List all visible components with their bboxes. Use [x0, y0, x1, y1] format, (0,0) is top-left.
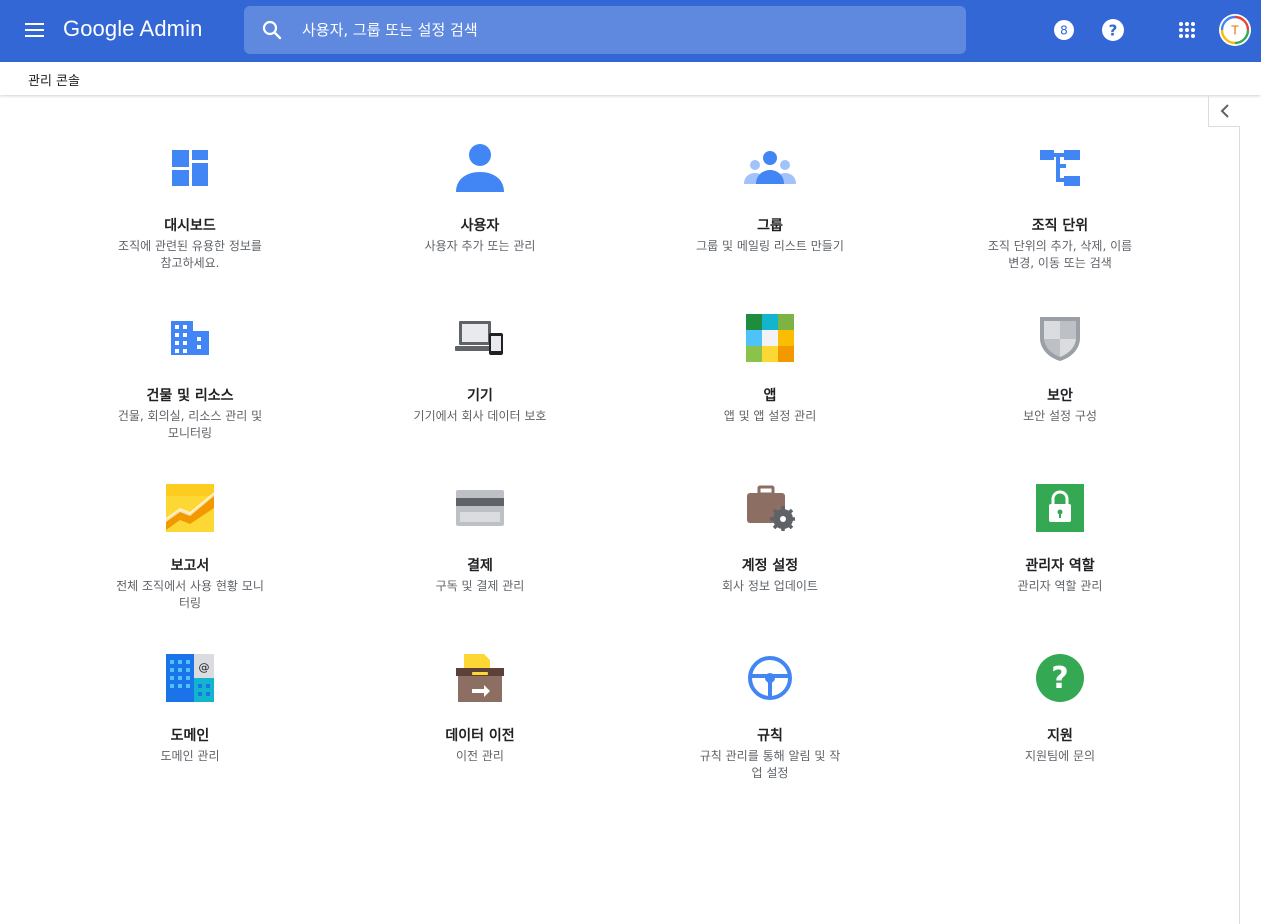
card-description: 지원팀에 문의 [1024, 749, 1096, 763]
apps-icon [740, 312, 800, 364]
reports-chart-icon [160, 482, 220, 534]
card-title: 보안 [1047, 388, 1073, 404]
card-title: 보고서 [170, 558, 210, 574]
card-dashboard[interactable]: 대시보드 조직에 관련된 유용한 정보를 참고하세요. [45, 120, 335, 290]
chevron-left-icon [1220, 104, 1229, 118]
collapse-panel-button[interactable] [1208, 95, 1240, 127]
card-title: 계정 설정 [741, 558, 799, 574]
apps-grid-icon[interactable] [1174, 17, 1200, 43]
user-icon [450, 142, 510, 194]
card-title: 지원 [1047, 728, 1073, 744]
card-title: 조직 단위 [1031, 218, 1089, 234]
card-org-units[interactable]: 조직 단위 조직 단위의 추가, 삭제, 이름 변경, 이동 또는 검색 [915, 120, 1205, 290]
search-icon [262, 20, 282, 40]
card-title: 사용자 [460, 218, 500, 234]
card-rules[interactable]: 규칙 규칙 관리를 통해 알림 및 작업 설정 [625, 630, 915, 800]
domain-icon: @ [160, 652, 220, 704]
card-reports[interactable]: 보고서 전체 조직에서 사용 현황 모니터링 [45, 460, 335, 630]
card-title: 건물 및 리소스 [146, 388, 234, 404]
card-support[interactable]: ? 지원 지원팀에 문의 [915, 630, 1205, 800]
main-menu-button[interactable] [22, 18, 48, 44]
devices-icon [450, 312, 510, 364]
card-buildings-resources[interactable]: 건물 및 리소스 건물, 회의실, 리소스 관리 및 모니터링 [45, 290, 335, 460]
card-title: 데이터 이전 [445, 728, 515, 744]
countdown-badge-icon[interactable]: 8 [1051, 17, 1077, 43]
svg-text:8: 8 [1060, 24, 1068, 38]
card-description: 전체 조직에서 사용 현황 모니터링 [116, 579, 264, 610]
card-account-settings[interactable]: 계정 설정 회사 정보 업데이트 [625, 460, 915, 630]
lock-icon [1030, 482, 1090, 534]
credit-card-icon [450, 482, 510, 534]
card-description: 규칙 관리를 통해 알림 및 작업 설정 [699, 749, 841, 780]
card-description: 관리자 역할 관리 [1017, 579, 1103, 593]
search-input[interactable] [302, 14, 942, 46]
shield-icon [1030, 312, 1090, 364]
building-icon [160, 312, 220, 364]
card-description: 조직에 관련된 유용한 정보를 참고하세요. [118, 239, 262, 270]
breadcrumb-bar: 관리 콘솔 [0, 62, 1261, 95]
account-avatar[interactable]: T [1218, 13, 1252, 47]
card-security[interactable]: 보안 보안 설정 구성 [915, 290, 1205, 460]
card-billing[interactable]: 결제 구독 및 결제 관리 [335, 460, 625, 630]
briefcase-gear-icon [740, 482, 800, 534]
help-icon: ? [1030, 652, 1090, 704]
svg-text:?: ? [1051, 661, 1068, 696]
card-description: 기기에서 회사 데이터 보호 [413, 409, 547, 423]
search-box[interactable] [244, 6, 966, 54]
card-description: 조직 단위의 추가, 삭제, 이름 변경, 이동 또는 검색 [987, 239, 1133, 270]
card-domains[interactable]: @ 도메인 도메인 관리 [45, 630, 335, 800]
card-description: 구독 및 결제 관리 [435, 579, 525, 593]
card-description: 이전 관리 [456, 749, 504, 763]
data-migration-icon [450, 652, 510, 704]
svg-text:@: @ [199, 661, 210, 674]
card-title: 결제 [467, 558, 493, 574]
card-users[interactable]: 사용자 사용자 추가 또는 관리 [335, 120, 625, 290]
admin-cards-grid: 대시보드 조직에 관련된 유용한 정보를 참고하세요. 사용자 사용자 추가 또… [45, 120, 1205, 800]
side-panel-divider [1239, 127, 1240, 924]
card-data-migration[interactable]: 데이터 이전 이전 관리 [335, 630, 625, 800]
card-devices[interactable]: 기기 기기에서 회사 데이터 보호 [335, 290, 625, 460]
page-title: 관리 콘솔 [28, 74, 80, 89]
card-admin-roles[interactable]: 관리자 역할 관리자 역할 관리 [915, 460, 1205, 630]
card-title: 앱 [763, 388, 777, 404]
card-apps[interactable]: 앱 앱 및 앱 설정 관리 [625, 290, 915, 460]
card-title: 규칙 [757, 728, 783, 744]
google-admin-logo[interactable]: Google Admin [63, 16, 202, 42]
card-description: 사용자 추가 또는 관리 [424, 239, 536, 253]
card-title: 도메인 [170, 728, 210, 744]
help-icon[interactable]: ? [1100, 17, 1126, 43]
card-title: 기기 [467, 388, 493, 404]
svg-text:?: ? [1109, 22, 1118, 40]
card-description: 보안 설정 구성 [1023, 409, 1097, 423]
card-groups[interactable]: 그룹 그룹 및 메일링 리스트 만들기 [625, 120, 915, 290]
svg-text:T: T [1230, 24, 1239, 38]
card-description: 앱 및 앱 설정 관리 [723, 409, 817, 423]
dashboard-icon [160, 142, 220, 194]
groups-icon [740, 142, 800, 194]
card-description: 회사 정보 업데이트 [722, 579, 818, 593]
card-title: 그룹 [757, 218, 783, 234]
card-description: 건물, 회의실, 리소스 관리 및 모니터링 [117, 409, 263, 440]
steering-wheel-icon [740, 652, 800, 704]
top-app-bar: Google Admin 8 ? [0, 0, 1261, 62]
card-description: 도메인 관리 [160, 749, 220, 763]
org-unit-icon [1030, 142, 1090, 194]
card-description: 그룹 및 메일링 리스트 만들기 [696, 239, 844, 253]
card-title: 대시보드 [164, 218, 216, 234]
card-title: 관리자 역할 [1025, 558, 1095, 574]
